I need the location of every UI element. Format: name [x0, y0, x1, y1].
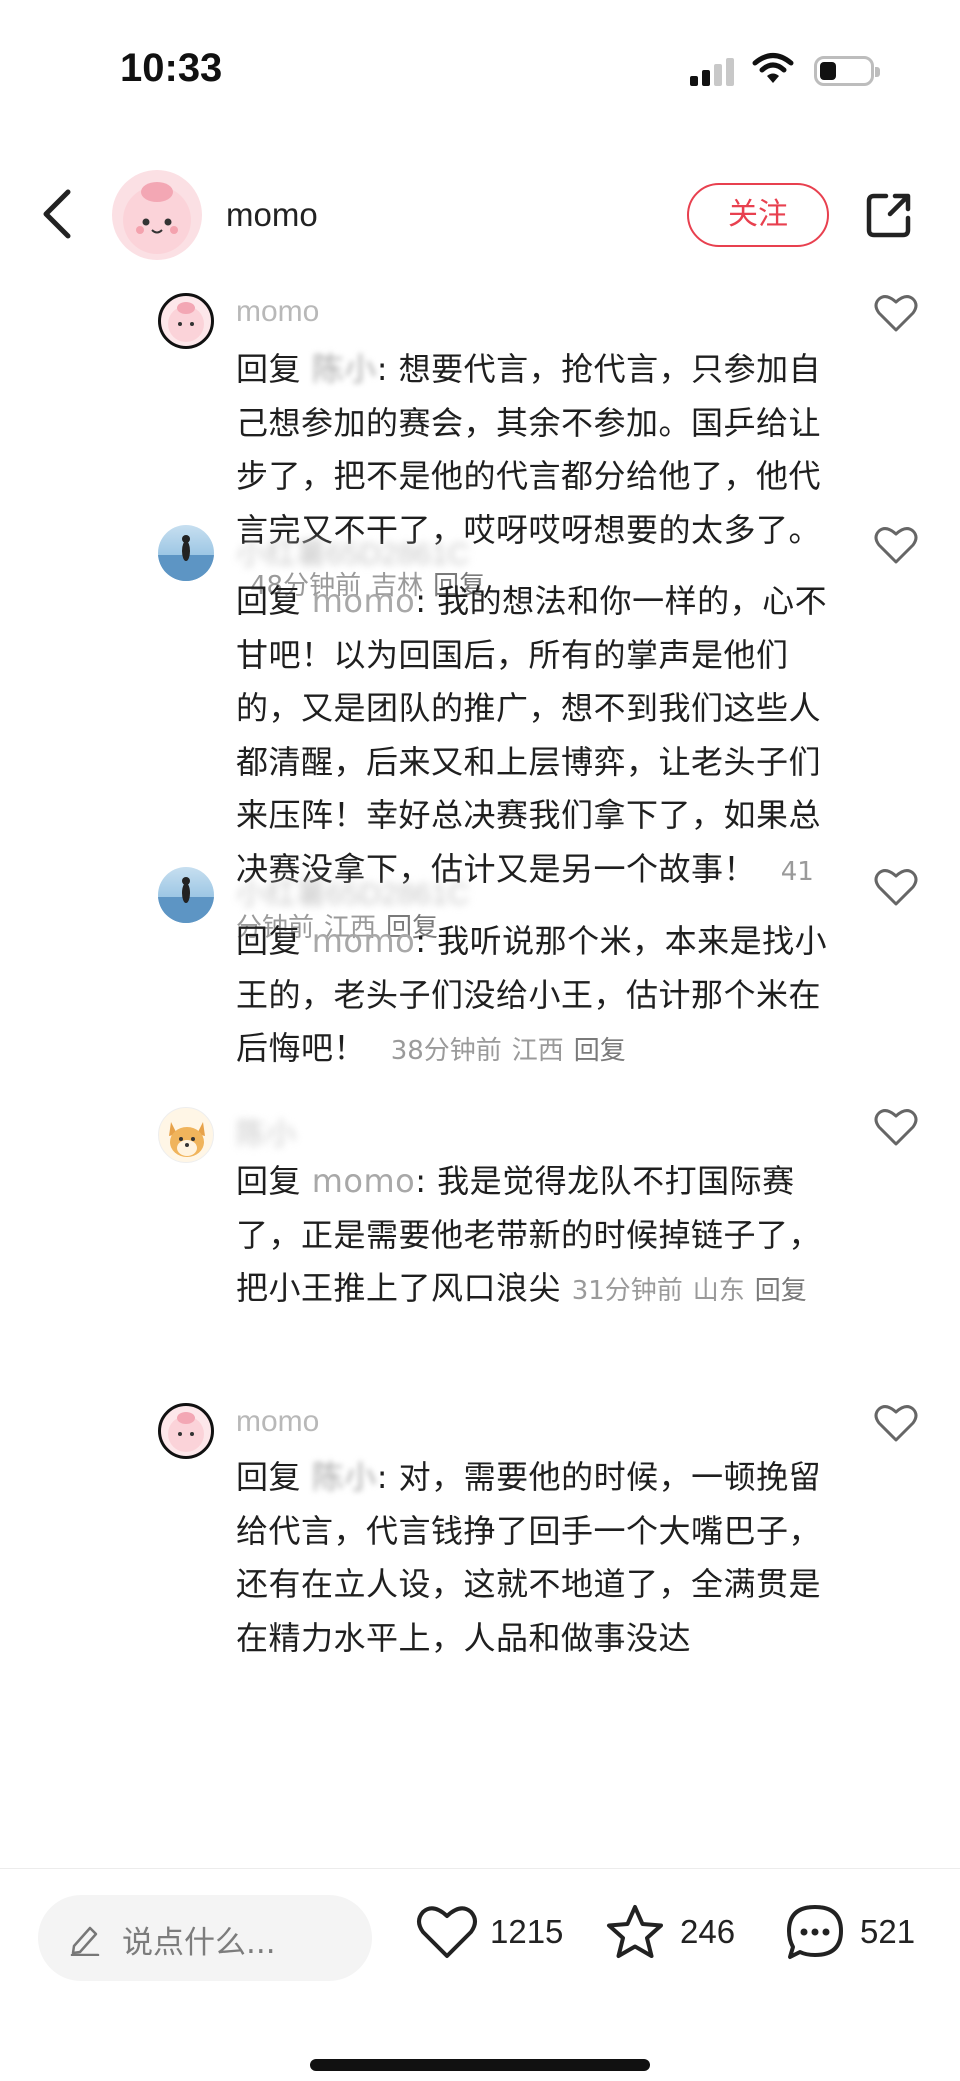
heart-icon — [417, 1906, 477, 1958]
chat-bubble-icon — [787, 1905, 843, 1959]
comment-input[interactable]: 说点什么... — [38, 1895, 372, 1981]
commenter-name[interactable]: 陈小 — [236, 1109, 296, 1153]
star-icon — [607, 1905, 663, 1958]
commenter-name[interactable]: 小红薯65D2861C — [236, 529, 469, 573]
commenter-avatar[interactable] — [158, 525, 214, 581]
author-avatar[interactable] — [112, 170, 202, 260]
reply-button[interactable]: 回复 — [574, 1036, 626, 1066]
comment-meta: 31分钟前 山东 回复 — [571, 1276, 807, 1306]
follow-button[interactable]: 关注 — [687, 183, 829, 247]
comment-meta: 38分钟前 江西 回复 — [390, 1036, 626, 1066]
reply-target[interactable]: 陈小 — [312, 350, 377, 388]
favorite-count: 246 — [680, 1913, 736, 1950]
favorite-button[interactable]: 246 — [604, 1899, 744, 1969]
bottom-action-bar: 说点什么... 1215 246 521 — [0, 1868, 960, 2081]
commenter-avatar[interactable] — [158, 293, 214, 349]
commenter-avatar[interactable] — [158, 1403, 214, 1459]
battery-icon — [814, 56, 880, 86]
status-bar: 10:33 — [0, 0, 960, 140]
commenter-name[interactable]: 小红薯65D2861C — [236, 869, 469, 913]
commenter-name[interactable]: momo — [236, 1405, 319, 1439]
status-time: 10:33 — [120, 46, 223, 90]
wifi-icon — [752, 53, 794, 83]
reply-target[interactable]: momo — [312, 582, 416, 620]
like-heart-icon[interactable] — [874, 1107, 918, 1147]
comment-text: 回复 momo: 我听说那个米，本来是找小王的，老头子们没给小王，估计那个米在后… — [236, 922, 828, 1067]
like-button[interactable]: 1215 — [416, 1899, 566, 1969]
comment-input-placeholder: 说点什么... — [122, 1925, 276, 1961]
commenter-name[interactable]: momo — [236, 295, 319, 329]
comment-text: 回复 陈小: 对，需要他的时候，一顿挽留给代言，代言钱挣了回手一个大嘴巴子，还有… — [236, 1458, 822, 1657]
home-indicator[interactable] — [310, 2059, 650, 2071]
reply-target[interactable]: momo — [312, 1162, 416, 1200]
reply-target[interactable]: 陈小 — [312, 1458, 377, 1496]
like-heart-icon[interactable] — [874, 867, 918, 907]
like-count: 1215 — [490, 1913, 564, 1950]
cellular-signal-icon — [690, 56, 736, 86]
post-header: momo 关注 — [0, 160, 960, 270]
reply-target[interactable]: momo — [312, 922, 416, 960]
share-icon[interactable] — [864, 190, 914, 240]
commenter-avatar[interactable] — [158, 1107, 214, 1163]
like-heart-icon[interactable] — [874, 525, 918, 565]
author-name[interactable]: momo — [226, 196, 318, 234]
comment-text: 回复 momo: 我是觉得龙队不打国际赛了，正是需要他老带新的时候掉链子了，把小… — [236, 1162, 822, 1307]
comment-list: momo 回复 陈小: 想要代言，抢代言，只参加自己想参加的赛会，其余不参加。国… — [0, 275, 960, 1865]
commenter-avatar[interactable] — [158, 867, 214, 923]
comment-button[interactable]: 521 — [784, 1899, 924, 1969]
back-button[interactable] — [38, 186, 78, 242]
reply-button[interactable]: 回复 — [755, 1276, 807, 1306]
like-heart-icon[interactable] — [874, 1403, 918, 1443]
like-heart-icon[interactable] — [874, 293, 918, 333]
pen-icon — [70, 1926, 100, 1956]
comment-count: 521 — [860, 1913, 916, 1950]
